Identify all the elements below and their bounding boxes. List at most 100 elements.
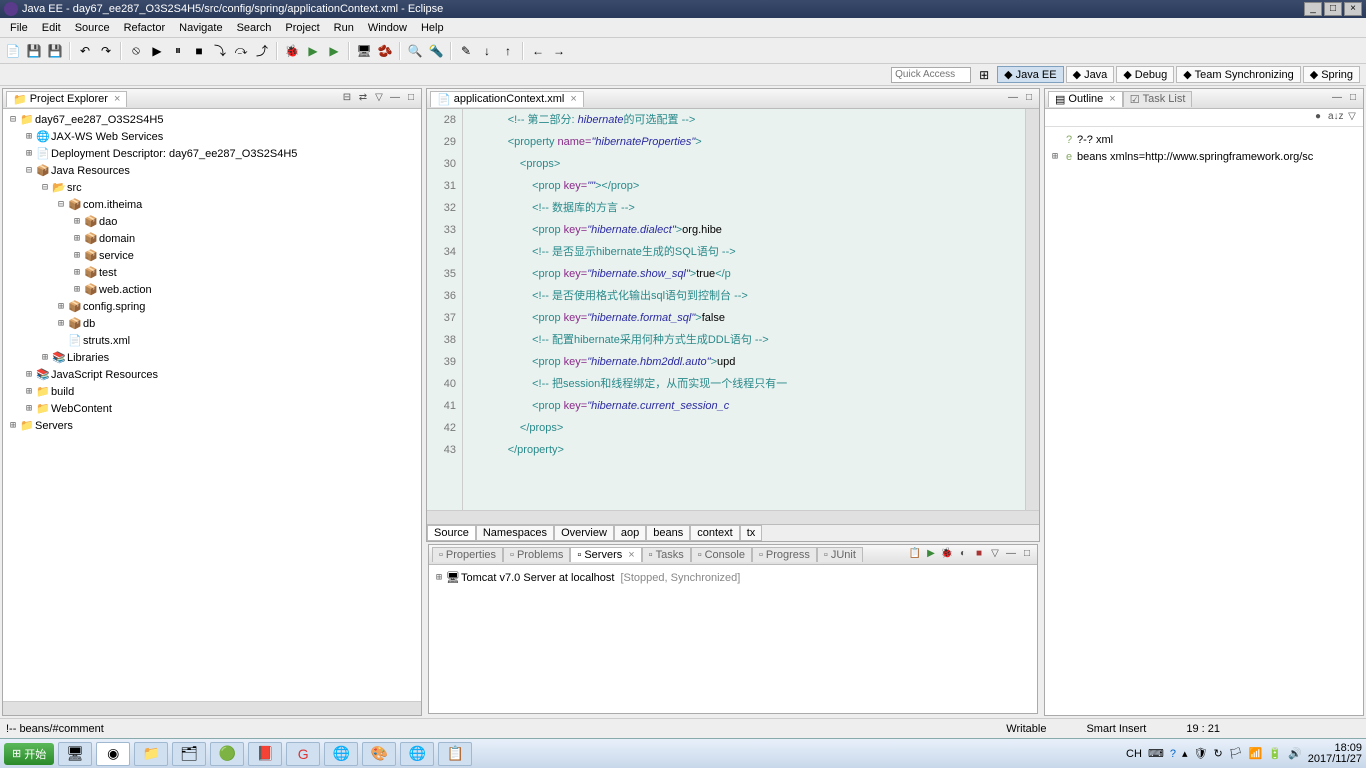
servers-stop-icon[interactable]: ■ [972, 548, 986, 562]
menu-project[interactable]: Project [279, 20, 325, 36]
toggle-mark-button[interactable]: ✎ [457, 42, 475, 60]
menu-run[interactable]: Run [328, 20, 360, 36]
tray-clock[interactable]: 18:09 2017/11/27 [1308, 743, 1362, 765]
forward-button[interactable]: → [550, 42, 568, 60]
tree-node[interactable]: ⊞📁Servers [7, 417, 417, 434]
terminate-button[interactable]: ■ [190, 42, 208, 60]
tree-node[interactable]: ⊞📦config.spring [7, 298, 417, 315]
editor-tab-tx[interactable]: tx [740, 525, 763, 541]
tray-network-icon[interactable]: 📶 [1249, 747, 1263, 760]
bottom-tab-junit[interactable]: ▫JUnit [817, 547, 863, 562]
perspective-java[interactable]: ◆Java [1066, 66, 1115, 83]
new-button[interactable]: 📄 [4, 42, 22, 60]
minimize-button[interactable]: _ [1304, 2, 1322, 16]
tray-chevron-icon[interactable]: ▴ [1182, 747, 1188, 760]
open-perspective-button[interactable]: ⊞ [975, 66, 993, 84]
step-return-button[interactable]: ⤴ [253, 42, 271, 60]
outline-item[interactable]: ??-? xml [1049, 131, 1359, 148]
step-over-button[interactable]: ⤼ [232, 42, 250, 60]
tree-node[interactable]: ⊞📦service [7, 247, 417, 264]
close-editor-icon[interactable]: × [570, 93, 576, 105]
tree-node[interactable]: ⊞📚Libraries [7, 349, 417, 366]
redo-button[interactable]: ↷ [97, 42, 115, 60]
tree-node[interactable]: 📄struts.xml [7, 332, 417, 349]
start-button[interactable]: ⊞ 开始 [4, 743, 54, 765]
editor-tab-namespaces[interactable]: Namespaces [476, 525, 554, 541]
save-button[interactable]: 💾 [25, 42, 43, 60]
servers-body[interactable]: ⊞ 🖥 Tomcat v7.0 Server at localhost [Sto… [429, 565, 1037, 713]
server-item[interactable]: ⊞ 🖥 Tomcat v7.0 Server at localhost [Sto… [433, 569, 1033, 586]
close-tab-icon[interactable]: × [114, 93, 120, 105]
editor-tab-context[interactable]: context [690, 525, 739, 541]
outline-menu-icon[interactable]: ▽ [1345, 111, 1359, 125]
link-editor-icon[interactable]: ⇄ [356, 92, 370, 106]
code-area[interactable]: <!-- 第二部分: hibernate的可选配置 --> <property … [463, 109, 1025, 510]
editor-tab-source[interactable]: Source [427, 525, 476, 541]
prev-annotation-button[interactable]: ↑ [499, 42, 517, 60]
tree-node[interactable]: ⊞📦db [7, 315, 417, 332]
menu-file[interactable]: File [4, 20, 34, 36]
servers-debug-icon[interactable]: 🐞 [940, 548, 954, 562]
perspective-spring[interactable]: ◆Spring [1303, 66, 1360, 83]
editor-hscroll[interactable] [427, 510, 1039, 524]
task-explorer[interactable]: 🖥 [58, 742, 92, 766]
maximize-bottom-icon[interactable]: □ [1020, 548, 1034, 562]
tree-hscroll[interactable] [3, 701, 421, 715]
back-button[interactable]: ← [529, 42, 547, 60]
view-menu-icon[interactable]: ▽ [372, 92, 386, 106]
task-app2[interactable]: 📕 [248, 742, 282, 766]
servers-profile-icon[interactable]: ◐ [956, 548, 970, 562]
close-outline-icon[interactable]: × [1109, 93, 1115, 105]
outline-item[interactable]: ⊞ebeans xmlns=http://www.springframework… [1049, 148, 1359, 165]
bottom-tab-tasks[interactable]: ▫Tasks [642, 547, 691, 562]
tree-node[interactable]: ⊞📁build [7, 383, 417, 400]
editor-tab[interactable]: 📄 applicationContext.xml × [430, 91, 584, 107]
menu-help[interactable]: Help [415, 20, 450, 36]
menu-source[interactable]: Source [69, 20, 116, 36]
minimize-outline-icon[interactable]: — [1330, 92, 1344, 106]
skip-breakpoints-button[interactable]: ⦸ [127, 42, 145, 60]
editor-vscroll[interactable] [1025, 109, 1039, 510]
outline-sort-icon[interactable]: a↓z [1328, 111, 1342, 125]
save-all-button[interactable]: 💾 [46, 42, 64, 60]
tree-node[interactable]: ⊟📂src [7, 179, 417, 196]
tree-node[interactable]: ⊞🌐JAX-WS Web Services [7, 128, 417, 145]
menu-search[interactable]: Search [231, 20, 278, 36]
tray-help-icon[interactable]: ? [1170, 748, 1176, 760]
task-chrome2[interactable]: 🌐 [400, 742, 434, 766]
bottom-tab-problems[interactable]: ▫Problems [503, 547, 570, 562]
bottom-tab-servers[interactable]: ▫Servers× [570, 547, 641, 562]
perspective-team-synchronizing[interactable]: ◆Team Synchronizing [1176, 66, 1301, 83]
task-chrome1[interactable]: 🌐 [324, 742, 358, 766]
tree-node[interactable]: ⊞📦domain [7, 230, 417, 247]
tray-keyboard-icon[interactable]: ⌨ [1148, 747, 1164, 760]
close-button[interactable]: × [1344, 2, 1362, 16]
menu-window[interactable]: Window [362, 20, 413, 36]
tray-lang[interactable]: CH [1126, 748, 1142, 760]
outline-field-icon[interactable]: ● [1311, 111, 1325, 125]
maximize-button[interactable]: □ [1324, 2, 1342, 16]
step-into-button[interactable]: ⤵ [211, 42, 229, 60]
tree-node[interactable]: ⊞📦test [7, 264, 417, 281]
resume-button[interactable]: ▶ [148, 42, 166, 60]
tray-sync-icon[interactable]: ↻ [1213, 747, 1222, 760]
editor-body[interactable]: 28293031323334353637383940414243 <!-- 第二… [427, 109, 1039, 510]
perspective-debug[interactable]: ◆Debug [1116, 66, 1174, 83]
task-list-tab[interactable]: ☑ Task List [1123, 91, 1193, 107]
task-app3[interactable]: G [286, 742, 320, 766]
task-app4[interactable]: 🎨 [362, 742, 396, 766]
maximize-outline-icon[interactable]: □ [1346, 92, 1360, 106]
open-type-button[interactable]: 🔍 [406, 42, 424, 60]
editor-tab-beans[interactable]: beans [646, 525, 690, 541]
tree-node[interactable]: ⊞📁WebContent [7, 400, 417, 417]
tree-node[interactable]: ⊟📦Java Resources [7, 162, 417, 179]
run-button[interactable]: ▶ [304, 42, 322, 60]
tray-flag-icon[interactable]: 🏳 [1229, 747, 1243, 760]
project-explorer-tab[interactable]: 📁 Project Explorer × [6, 91, 127, 107]
minimize-panel-icon[interactable]: — [388, 92, 402, 106]
tree-node[interactable]: ⊟📁day67_ee287_O3S2S4H5 [7, 111, 417, 128]
next-annotation-button[interactable]: ↓ [478, 42, 496, 60]
search-button[interactable]: 🔦 [427, 42, 445, 60]
new-server-button[interactable]: 🖥 [355, 42, 373, 60]
servers-menu-icon[interactable]: ▽ [988, 548, 1002, 562]
